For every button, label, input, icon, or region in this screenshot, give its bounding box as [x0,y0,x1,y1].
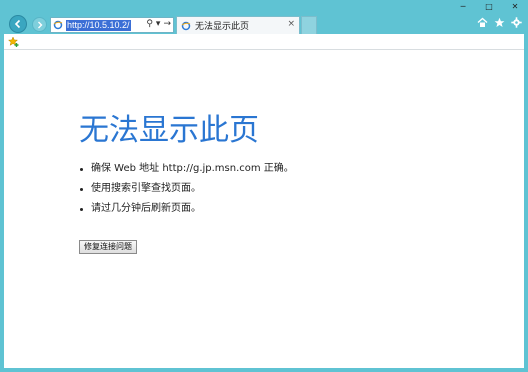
tab-title: 无法显示此页 [195,22,250,32]
suggestion-list: 确保 Web 地址 http://g.jp.msn.com 正确。 使用搜索引擎… [79,162,294,222]
page-title: 无法显示此页 [79,113,259,148]
close-window-button[interactable]: ✕ [508,2,522,11]
forward-button[interactable] [32,17,47,32]
add-favorites-icon[interactable] [8,36,20,48]
minimize-button[interactable]: ─ [456,2,470,11]
new-tab-button[interactable] [301,16,317,34]
browser-window-frame: ─ □ ✕ http://10.5.10.2/ ⚲ ▾ → 无法显示此页 × 无… [0,0,528,372]
dropdown-icon[interactable]: ▾ [156,19,161,29]
list-item: 确保 Web 地址 http://g.jp.msn.com 正确。 [79,162,294,182]
ie-page-icon [53,20,63,30]
favorites-bar [4,34,524,50]
home-icon[interactable] [477,17,488,28]
browser-toolbar: ─ □ ✕ http://10.5.10.2/ ⚲ ▾ → 无法显示此页 × [0,0,528,34]
back-arrow-icon [14,19,21,29]
fix-connection-button[interactable]: 修复连接问题 [79,240,137,254]
window-controls: ─ □ ✕ [456,0,522,12]
ie-tab-icon [181,21,191,30]
list-item: 请过几分钟后刷新页面。 [79,202,294,222]
page-content: 无法显示此页 确保 Web 地址 http://g.jp.msn.com 正确。… [4,50,524,368]
go-arrow-icon[interactable]: → [163,19,171,29]
forward-arrow-icon [37,21,42,28]
tab-active[interactable]: 无法显示此页 × [176,16,300,34]
tab-close-icon[interactable]: × [287,19,295,29]
list-item: 使用搜索引擎查找页面。 [79,182,294,202]
favorites-star-icon[interactable] [494,17,505,28]
address-tools: ⚲ ▾ → [146,19,171,29]
right-toolbar-icons [477,17,522,28]
gear-icon[interactable] [511,17,522,28]
search-icon[interactable]: ⚲ [146,19,153,29]
back-button[interactable] [9,15,27,33]
address-bar[interactable]: http://10.5.10.2/ ⚲ ▾ → [50,17,174,33]
address-url[interactable]: http://10.5.10.2/ [66,19,131,31]
maximize-button[interactable]: □ [482,2,496,11]
